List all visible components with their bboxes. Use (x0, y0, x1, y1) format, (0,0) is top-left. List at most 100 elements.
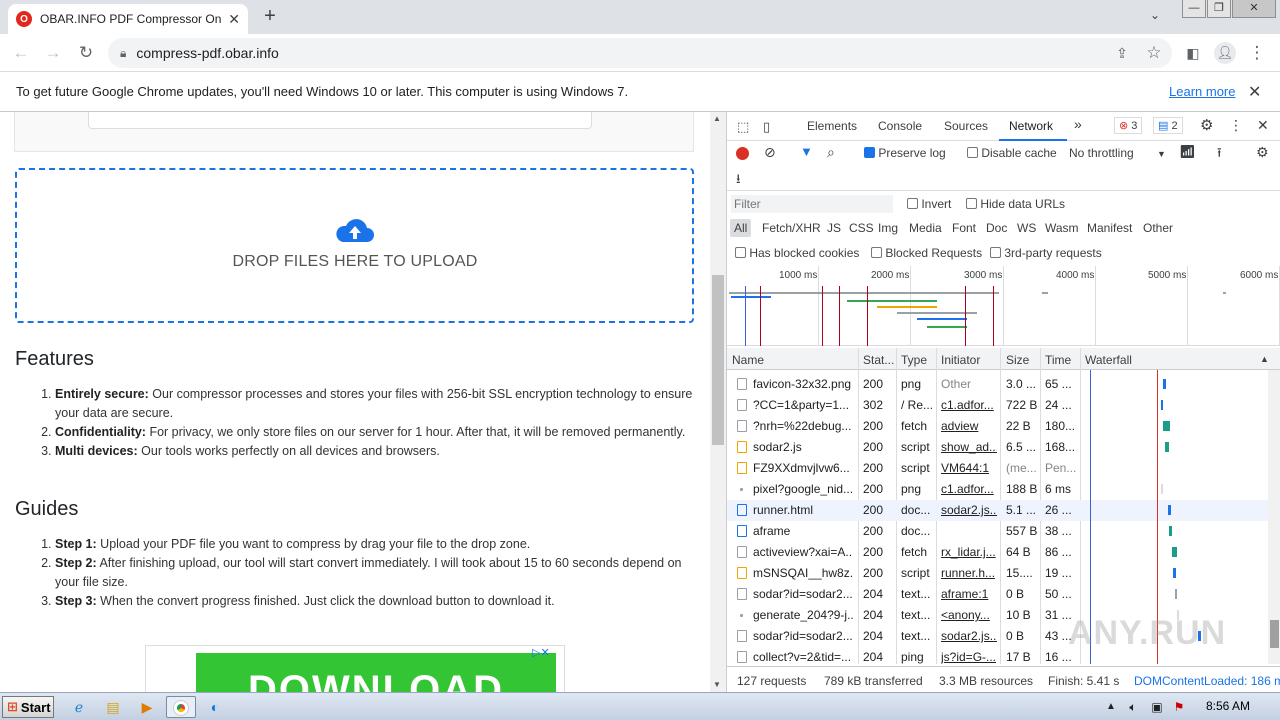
lock-icon[interactable]: 🔒︎ (120, 46, 126, 61)
side-panel-icon[interactable]: ◧ (1182, 42, 1204, 64)
reload-icon[interactable]: ↻ (75, 42, 97, 64)
tab-sources[interactable]: Sources (944, 119, 988, 133)
type-filter-media[interactable]: Media (909, 221, 942, 235)
record-icon[interactable] (736, 147, 749, 160)
request-initiator[interactable]: c1.adfor... (941, 482, 997, 496)
network-conditions-icon[interactable]: 📶︎ (1179, 144, 1196, 160)
request-initiator[interactable]: rx_lidar.j... (941, 545, 997, 559)
taskbar-clock[interactable]: 8:56 AM (1206, 699, 1250, 713)
third-party-checkbox[interactable]: 3rd-party requests (990, 246, 1102, 260)
settings-gear-icon[interactable]: ⚙ (1200, 116, 1213, 134)
request-row[interactable]: pixel?google_nid... 200 png c1.adfor... 188 … (727, 479, 1268, 500)
column-status[interactable]: Stat... (863, 353, 894, 367)
type-filter-doc[interactable]: Doc (986, 221, 1007, 235)
minimize-button[interactable]: — (1182, 0, 1206, 18)
page-scrollbar-thumb[interactable] (712, 275, 724, 445)
has-blocked-cookies-checkbox[interactable]: Has blocked cookies (735, 246, 859, 260)
devtools-close-icon[interactable]: ✕ (1257, 117, 1269, 134)
tab-search-chevron-icon[interactable]: ⌄ (1150, 8, 1160, 22)
infobar-close-icon[interactable]: ✕ (1248, 82, 1261, 102)
table-scrollbar-thumb[interactable] (1270, 620, 1279, 648)
back-arrow-icon[interactable]: ← (10, 42, 32, 64)
column-size[interactable]: Size (1006, 353, 1029, 367)
tab-console[interactable]: Console (878, 119, 922, 133)
profile-avatar-icon[interactable]: 👤︎ (1214, 42, 1236, 64)
request-row[interactable]: sodar2.js 200 script show_ad... 6.5 ... 168..… (727, 437, 1268, 458)
type-filter-other[interactable]: Other (1143, 221, 1173, 235)
request-row[interactable]: activeview?xai=A... 200 fetch rx_lidar.j...… (727, 542, 1268, 563)
inspect-element-icon[interactable]: ⬚ (737, 119, 749, 135)
upload-har-icon[interactable]: ⭱ (1217, 144, 1222, 166)
tab-network[interactable]: Network (1009, 119, 1053, 133)
menu-kebab-icon[interactable]: ⋮ (1246, 42, 1268, 64)
disable-cache-checkbox[interactable]: Disable cache (967, 146, 1057, 160)
type-filter-js[interactable]: JS (827, 221, 841, 235)
search-icon[interactable]: ⌕ (827, 144, 835, 161)
tab-elements[interactable]: Elements (807, 119, 857, 133)
sort-up-icon[interactable]: ▲ (1260, 354, 1269, 364)
devtools-menu-icon[interactable]: ⋮ (1229, 117, 1243, 134)
close-window-button[interactable]: ✕ (1232, 0, 1276, 18)
blocked-requests-checkbox[interactable]: Blocked Requests (871, 246, 982, 260)
request-initiator[interactable]: runner.h... (941, 566, 997, 580)
cloud-upload-icon[interactable] (334, 216, 376, 246)
tab-close-icon[interactable]: ✕ (228, 11, 240, 28)
network-settings-gear-icon[interactable]: ⚙ (1256, 144, 1269, 161)
request-initiator[interactable]: VM644:1 (941, 461, 997, 475)
request-initiator[interactable]: sodar2.js... (941, 629, 997, 643)
tray-volume-icon[interactable]: 🔈︎ (1120, 696, 1146, 718)
tray-alert-icon[interactable]: ⚑ (1166, 696, 1192, 718)
adchoices-icon[interactable]: ▷✕ (532, 646, 550, 659)
more-tabs-icon[interactable]: » (1074, 116, 1082, 132)
request-row[interactable]: mSNSQAI__hw8z... 200 script runner.h... 15..… (727, 563, 1268, 584)
file-explorer-icon[interactable]: ▤ (100, 696, 126, 718)
request-row[interactable]: favicon-32x32.png 200 png Other 3.0 ... 65 ..… (727, 374, 1268, 395)
browser-tab[interactable]: O OBAR.INFO PDF Compressor Online ✕ (8, 4, 248, 34)
scroll-up-icon[interactable]: ▲ (713, 114, 721, 123)
request-initiator[interactable]: <anony... (941, 608, 997, 622)
column-initiator[interactable]: Initiator (941, 353, 980, 367)
ad-download-text[interactable]: DOWNLOAD (196, 668, 556, 692)
learn-more-link[interactable]: Learn more (1169, 84, 1235, 99)
request-initiator[interactable]: adview (941, 419, 997, 433)
type-filter-ws[interactable]: WS (1017, 221, 1036, 235)
request-initiator[interactable]: sodar2.js... (941, 503, 997, 517)
throttling-select[interactable]: No throttling ▼ (1069, 146, 1166, 160)
request-initiator[interactable]: aframe:1 (941, 587, 997, 601)
new-tab-button[interactable]: + (258, 5, 282, 29)
download-har-icon[interactable]: ⭳ (736, 170, 741, 192)
hide-data-urls-checkbox[interactable]: Hide data URLs (966, 197, 1065, 211)
media-player-icon[interactable]: ▶ (134, 696, 160, 718)
share-icon[interactable]: ⇪ (1111, 42, 1133, 64)
message-count-badge[interactable]: ▤ 2 (1153, 117, 1183, 134)
filter-input[interactable] (731, 195, 893, 213)
type-filter-font[interactable]: Font (952, 221, 976, 235)
restore-button[interactable]: ❐ (1207, 0, 1231, 18)
request-row[interactable]: sodar?id=sodar2... 204 text... aframe:1 0 B 5… (727, 584, 1268, 605)
clear-icon[interactable]: ⊘ (764, 144, 776, 161)
preserve-log-checkbox[interactable]: Preserve log (864, 146, 946, 160)
request-row[interactable]: aframe 200 doc... 557 B 38 ... (727, 521, 1268, 542)
error-count-badge[interactable]: ⊗ 3 (1114, 117, 1143, 134)
request-row[interactable]: FZ9XXdmvjlvw6... 200 script VM644:1 (me... Pe… (727, 458, 1268, 479)
column-type[interactable]: Type (901, 353, 927, 367)
request-initiator[interactable]: js?id=G-... (941, 650, 997, 664)
filter-funnel-icon[interactable]: ▼ (800, 144, 813, 159)
column-name[interactable]: Name (732, 353, 764, 367)
internet-explorer-icon[interactable]: ℯ (66, 696, 92, 718)
invert-checkbox[interactable]: Invert (907, 197, 951, 211)
address-bar[interactable]: 🔒︎ compress-pdf.obar.info (108, 38, 1172, 68)
type-filter-manifest[interactable]: Manifest (1087, 221, 1132, 235)
request-initiator[interactable]: c1.adfor... (941, 398, 997, 412)
network-overview-timeline[interactable]: 1000 ms 2000 ms 3000 ms 4000 ms 5000 ms … (727, 266, 1280, 346)
chrome-taskbar-icon[interactable] (166, 696, 196, 718)
column-waterfall[interactable]: Waterfall (1085, 353, 1132, 367)
request-initiator[interactable]: show_ad... (941, 440, 997, 454)
edge-icon[interactable]: ◐ (202, 696, 228, 718)
type-filter-img[interactable]: Img (878, 221, 898, 235)
type-filter-all[interactable]: All (730, 219, 752, 237)
scroll-down-icon[interactable]: ▼ (713, 680, 721, 689)
request-initiator[interactable]: Other (941, 377, 997, 391)
request-row[interactable]: ?CC=1&party=1... 302 / Re... c1.adfor... 722… (727, 395, 1268, 416)
request-row[interactable]: runner.html 200 doc... sodar2.js... 5.1 ... 2… (727, 500, 1268, 521)
